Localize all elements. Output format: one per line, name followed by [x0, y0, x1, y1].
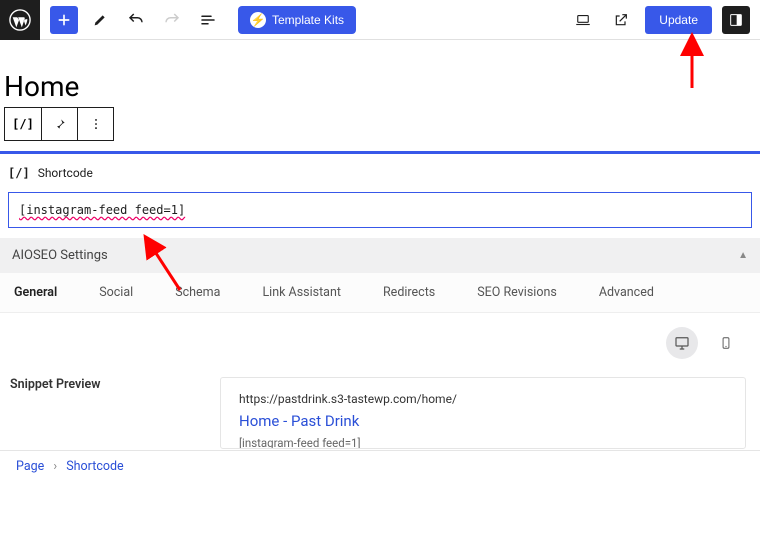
- aioseo-heading: AIOSEO Settings: [12, 248, 108, 263]
- bolt-icon: ⚡: [250, 12, 266, 28]
- shortcode-icon: [/]: [12, 117, 34, 131]
- redo-icon: [163, 11, 181, 29]
- snippet-title: Home - Past Drink: [239, 412, 727, 430]
- undo-icon: [127, 11, 145, 29]
- collapse-icon: ▲: [738, 250, 748, 261]
- list-icon: [199, 11, 217, 29]
- pin-icon: [53, 117, 67, 131]
- tab-general[interactable]: General: [14, 285, 57, 300]
- view-desktop-button[interactable]: [569, 6, 597, 34]
- aioseo-tabs: General Social Schema Link Assistant Red…: [0, 273, 760, 313]
- plus-icon: [56, 12, 72, 28]
- settings-panel-button[interactable]: [722, 6, 750, 34]
- redo-button[interactable]: [158, 6, 186, 34]
- breadcrumb: Page › Shortcode: [0, 450, 760, 482]
- template-kits-label: Template Kits: [272, 13, 344, 27]
- block-toolbar: [/]: [4, 107, 114, 141]
- chevron-right-icon: ›: [53, 459, 57, 474]
- shortcode-input[interactable]: [instagram-feed feed=1]: [8, 192, 752, 228]
- page-title: Home: [4, 70, 756, 103]
- wordpress-logo[interactable]: [0, 0, 40, 40]
- wordpress-icon: [9, 9, 31, 31]
- add-block-button[interactable]: [50, 6, 78, 34]
- snippet-preview-card: https://pastdrink.s3-tastewp.com/home/ H…: [220, 377, 746, 449]
- external-link-icon: [613, 12, 629, 28]
- tab-seo-revisions[interactable]: SEO Revisions: [477, 285, 557, 300]
- sidebar-icon: [728, 12, 744, 28]
- template-kits-button[interactable]: ⚡ Template Kits: [238, 6, 356, 34]
- snippet-preview-label: Snippet Preview: [10, 377, 190, 449]
- tab-social[interactable]: Social: [99, 285, 133, 300]
- monitor-icon: [673, 334, 691, 352]
- update-button[interactable]: Update: [645, 6, 712, 34]
- preview-mobile-button[interactable]: [710, 327, 742, 359]
- preview-desktop-button[interactable]: [666, 327, 698, 359]
- tab-advanced[interactable]: Advanced: [599, 285, 654, 300]
- aioseo-panel-header[interactable]: AIOSEO Settings ▲: [0, 238, 760, 273]
- undo-button[interactable]: [122, 6, 150, 34]
- tab-redirects[interactable]: Redirects: [383, 285, 435, 300]
- laptop-icon: [574, 11, 592, 29]
- snippet-url: https://pastdrink.s3-tastewp.com/home/: [239, 392, 727, 406]
- block-move-button[interactable]: [41, 108, 77, 140]
- pencil-icon: [92, 12, 108, 28]
- tab-link-assistant[interactable]: Link Assistant: [262, 285, 341, 300]
- document-overview-button[interactable]: [194, 6, 222, 34]
- breadcrumb-current[interactable]: Shortcode: [66, 459, 123, 474]
- shortcode-block-icon: [/]: [8, 166, 30, 180]
- preview-button[interactable]: [607, 6, 635, 34]
- block-type-button[interactable]: [/]: [5, 108, 41, 140]
- shortcode-label: Shortcode: [38, 166, 93, 180]
- mobile-icon: [719, 334, 733, 352]
- snippet-desc: [instagram-feed feed=1]: [239, 436, 727, 449]
- more-vertical-icon: [89, 117, 103, 131]
- breadcrumb-root[interactable]: Page: [16, 459, 44, 474]
- block-more-button[interactable]: [77, 108, 113, 140]
- edit-button[interactable]: [86, 6, 114, 34]
- tab-schema[interactable]: Schema: [175, 285, 220, 300]
